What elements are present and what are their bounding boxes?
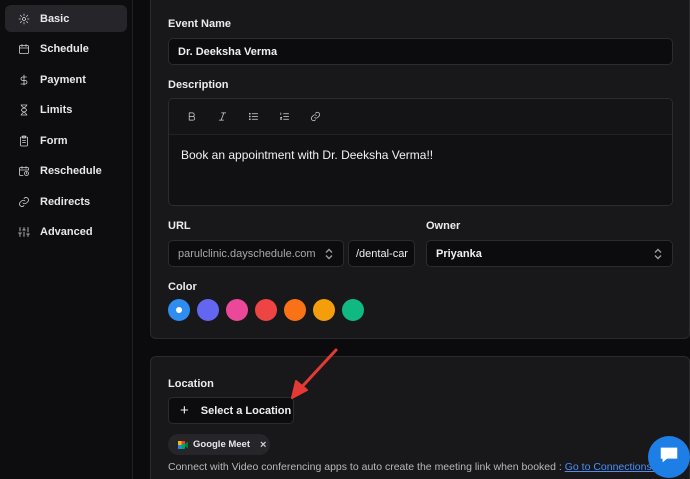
owner-select[interactable]: Priyanka bbox=[426, 240, 673, 267]
description-editor[interactable]: Book an appointment with Dr. Deeksha Ver… bbox=[168, 98, 673, 206]
sidebar-item-form[interactable]: Form bbox=[5, 127, 127, 154]
settings-sidebar: Basic Schedule Payment Limits Form Resch… bbox=[0, 0, 133, 479]
color-swatch[interactable] bbox=[255, 299, 277, 321]
italic-icon[interactable] bbox=[214, 109, 230, 125]
event-name-label: Event Name bbox=[168, 18, 231, 30]
location-help-text: Connect with Video conferencing apps to … bbox=[168, 461, 665, 473]
sidebar-item-label: Reschedule bbox=[40, 165, 102, 177]
plus-icon: + bbox=[180, 402, 189, 419]
url-domain-value: parulclinic.dayschedule.com bbox=[178, 247, 316, 260]
numbered-list-icon[interactable] bbox=[276, 109, 292, 125]
editor-toolbar bbox=[169, 99, 672, 135]
sidebar-item-label: Limits bbox=[40, 104, 73, 116]
sidebar-item-label: Payment bbox=[40, 73, 86, 86]
select-location-button[interactable]: + Select a Location bbox=[168, 397, 294, 424]
chat-bubble-icon bbox=[658, 444, 680, 471]
chevron-updown-icon bbox=[325, 248, 333, 260]
url-slug-input[interactable]: /dental-car bbox=[348, 240, 415, 267]
gear-icon bbox=[17, 12, 31, 26]
color-swatch[interactable] bbox=[342, 299, 364, 321]
description-text[interactable]: Book an appointment with Dr. Deeksha Ver… bbox=[169, 135, 672, 162]
sidebar-item-schedule[interactable]: Schedule bbox=[5, 36, 127, 63]
description-label: Description bbox=[168, 79, 229, 91]
google-meet-label: Google Meet bbox=[193, 439, 251, 450]
sidebar-item-label: Redirects bbox=[40, 195, 91, 208]
sidebar-item-reschedule[interactable]: Reschedule bbox=[5, 158, 127, 185]
help-text: Connect with Video conferencing apps to … bbox=[168, 461, 565, 473]
hourglass-icon bbox=[17, 103, 31, 117]
sidebar-item-payment[interactable]: Payment bbox=[5, 66, 127, 93]
location-card: Location + Select a Location Google Meet… bbox=[150, 356, 690, 479]
close-icon[interactable]: × bbox=[260, 439, 266, 451]
color-swatch[interactable] bbox=[197, 299, 219, 321]
link-icon bbox=[17, 195, 31, 209]
calendar-clock-icon bbox=[17, 164, 31, 178]
google-meet-chip: Google Meet × bbox=[168, 434, 270, 455]
sidebar-item-label: Form bbox=[40, 134, 68, 147]
chat-button[interactable] bbox=[648, 436, 690, 478]
sidebar-item-label: Schedule bbox=[40, 43, 89, 55]
clipboard-icon bbox=[17, 134, 31, 148]
location-label: Location bbox=[168, 378, 214, 390]
dollar-icon bbox=[17, 73, 31, 87]
sidebar-item-label: Basic bbox=[40, 12, 70, 25]
sidebar-item-redirects[interactable]: Redirects bbox=[5, 188, 127, 215]
link-icon[interactable] bbox=[307, 109, 323, 125]
google-meet-icon bbox=[178, 440, 188, 450]
owner-value: Priyanka bbox=[436, 247, 482, 260]
color-swatch[interactable] bbox=[313, 299, 335, 321]
url-label: URL bbox=[168, 220, 191, 232]
color-swatch[interactable] bbox=[168, 299, 190, 321]
color-swatch[interactable] bbox=[226, 299, 248, 321]
color-label: Color bbox=[168, 281, 197, 293]
color-swatches bbox=[168, 299, 364, 321]
event-details-card: Event Name Dr. Deeksha Verma Description… bbox=[150, 0, 690, 339]
sidebar-item-basic[interactable]: Basic bbox=[5, 5, 127, 32]
color-swatch[interactable] bbox=[284, 299, 306, 321]
select-location-label: Select a Location bbox=[200, 404, 292, 417]
bullet-list-icon[interactable] bbox=[245, 109, 261, 125]
bold-icon[interactable] bbox=[183, 109, 199, 125]
calendar-icon bbox=[17, 42, 31, 56]
owner-label: Owner bbox=[426, 220, 461, 232]
url-domain-select[interactable]: parulclinic.dayschedule.com bbox=[168, 240, 344, 267]
chevron-updown-icon bbox=[654, 248, 662, 260]
sidebar-item-advanced[interactable]: Advanced bbox=[5, 219, 127, 246]
sidebar-item-label: Advanced bbox=[40, 226, 93, 238]
sidebar-item-limits[interactable]: Limits bbox=[5, 97, 127, 124]
event-name-input[interactable]: Dr. Deeksha Verma bbox=[168, 38, 673, 65]
sliders-icon bbox=[17, 225, 31, 239]
